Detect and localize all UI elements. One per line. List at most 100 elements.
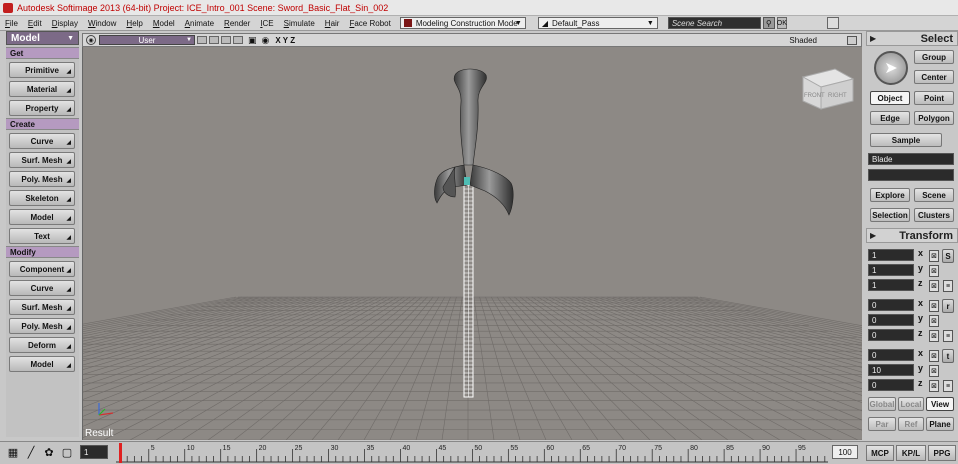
frame-icon[interactable]: ▢ — [60, 445, 74, 459]
brush-icon[interactable]: ╱ — [24, 445, 38, 459]
scene-button[interactable]: Scene — [914, 188, 954, 202]
point-button[interactable]: Point — [914, 91, 954, 105]
toggle-box-icon[interactable] — [209, 36, 219, 44]
create-poly-mesh-button[interactable]: Poly. Mesh ◢ — [9, 171, 75, 187]
plane-button[interactable]: Plane — [926, 417, 954, 431]
property-button[interactable]: Property ◢ — [9, 100, 75, 116]
rotate-z-field[interactable]: 0 — [868, 329, 914, 341]
group-button[interactable]: Group — [914, 50, 954, 64]
menu-ice[interactable]: ICE — [255, 19, 278, 28]
translate-lock-icon[interactable]: ≡ — [943, 380, 953, 392]
ref-button[interactable]: Ref — [898, 417, 924, 431]
camera-select[interactable]: User ▼ — [99, 35, 195, 45]
menu-window[interactable]: Window — [83, 19, 121, 28]
sample-button[interactable]: Sample — [870, 133, 942, 147]
end-frame-field[interactable]: 100 — [832, 445, 858, 459]
create-model-button[interactable]: Model ◢ — [9, 209, 75, 225]
center-button[interactable]: Center — [914, 70, 954, 84]
modify-poly-mesh-button[interactable]: Poly. Mesh ◢ — [9, 318, 75, 334]
object-button[interactable]: Object — [870, 91, 910, 105]
timeline-ruler[interactable]: 5 10 15 20 25 30 35 40 45 50 55 60 65 70 75 80 85 90 95 — [116, 443, 833, 463]
edge-button[interactable]: Edge — [870, 111, 910, 125]
section-get[interactable]: Get — [6, 47, 79, 59]
search-icon[interactable]: ⚲ — [762, 17, 775, 29]
eye-icon[interactable]: ◉ — [262, 35, 270, 46]
translate-key-x-icon[interactable]: ⊠ — [929, 350, 939, 362]
selection-filter-field[interactable] — [868, 169, 954, 181]
translate-z-field[interactable]: 0 — [868, 379, 914, 391]
select-panel-header[interactable]: ▶ Select — [866, 31, 958, 46]
scale-key-x-icon[interactable]: ⊠ — [929, 250, 939, 262]
modify-surf-mesh-button[interactable]: Surf. Mesh ◢ — [9, 299, 75, 315]
rotate-x-field[interactable]: 0 — [868, 299, 914, 311]
view-cube[interactable]: FRONT RIGHT — [801, 68, 855, 110]
rotate-y-field[interactable]: 0 — [868, 314, 914, 326]
menu-animate[interactable]: Animate — [180, 19, 219, 28]
create-text-button[interactable]: Text ◢ — [9, 228, 75, 244]
selection-button[interactable]: Selection — [870, 208, 910, 222]
3d-viewport[interactable]: FRONT RIGHT Result — [82, 47, 862, 440]
menu-model[interactable]: Model — [148, 19, 180, 28]
start-frame-field[interactable]: 1 — [80, 445, 108, 459]
kpl-tab[interactable]: KP/L — [896, 445, 926, 461]
primitive-button[interactable]: Primitive ◢ — [9, 62, 75, 78]
create-surf-mesh-button[interactable]: Surf. Mesh ◢ — [9, 152, 75, 168]
render-icon[interactable]: ✿ — [42, 445, 56, 459]
toggle-box-icon[interactable] — [197, 36, 207, 44]
toggle-box-icon[interactable] — [233, 36, 243, 44]
section-create[interactable]: Create — [6, 118, 79, 130]
selection-name-field[interactable]: Blade — [868, 153, 954, 165]
modify-deform-button[interactable]: Deform ◢ — [9, 337, 75, 353]
rotate-lock-icon[interactable]: ≡ — [943, 330, 953, 342]
create-skeleton-button[interactable]: Skeleton ◢ — [9, 190, 75, 206]
translate-tool-button[interactable]: t — [942, 349, 954, 363]
view-button[interactable]: View — [926, 397, 954, 411]
global-button[interactable]: Global — [868, 397, 896, 411]
rotate-key-z-icon[interactable]: ⊠ — [929, 330, 939, 342]
modify-model-button[interactable]: Model ◢ — [9, 356, 75, 372]
scale-lock-icon[interactable]: ≡ — [943, 280, 953, 292]
translate-x-field[interactable]: 0 — [868, 349, 914, 361]
menu-simulate[interactable]: Simulate — [279, 19, 320, 28]
translate-key-z-icon[interactable]: ⊠ — [929, 380, 939, 392]
menu-display[interactable]: Display — [47, 19, 83, 28]
explore-button[interactable]: Explore — [870, 188, 910, 202]
select-tool-icon[interactable]: ➤ — [874, 51, 908, 85]
scale-y-field[interactable]: 1 — [868, 264, 914, 276]
axis-toggles[interactable]: X Y Z — [275, 36, 295, 45]
menu-face-robot[interactable]: Face Robot — [344, 19, 395, 28]
modify-component-button[interactable]: Component ◢ — [9, 261, 75, 277]
viewport-menu-icon[interactable]: ◉ — [86, 35, 96, 45]
toggle-box-icon[interactable] — [221, 36, 231, 44]
ok-button[interactable]: OK — [777, 17, 787, 29]
pass-select[interactable]: ◢ Default_Pass ▼ — [537, 17, 658, 29]
par-button[interactable]: Par — [868, 417, 896, 431]
rotate-key-x-icon[interactable]: ⊠ — [929, 300, 939, 312]
construction-mode-select[interactable]: Modeling Construction Mode ▼ — [399, 17, 526, 29]
scale-key-y-icon[interactable]: ⊠ — [929, 265, 939, 277]
section-modify[interactable]: Modify — [6, 246, 79, 258]
create-curve-button[interactable]: Curve ◢ — [9, 133, 75, 149]
rotate-tool-button[interactable]: r — [942, 299, 954, 313]
scale-z-field[interactable]: 1 — [868, 279, 914, 291]
menu-help[interactable]: Help — [121, 19, 147, 28]
scale-tool-button[interactable]: S — [942, 249, 954, 263]
transform-panel-header[interactable]: ▶ Transform — [866, 228, 958, 243]
menu-file[interactable]: File — [0, 19, 23, 28]
menu-edit[interactable]: Edit — [23, 19, 47, 28]
clusters-button[interactable]: Clusters — [914, 208, 954, 222]
layout-corner-icon[interactable] — [826, 17, 839, 29]
layout-icon[interactable]: ▦ — [6, 445, 20, 459]
polygon-button[interactable]: Polygon — [914, 111, 954, 125]
local-button[interactable]: Local — [898, 397, 924, 411]
toolbar-title[interactable]: Model ▼ — [6, 31, 79, 45]
translate-y-field[interactable]: 10 — [868, 364, 914, 376]
display-mode-menu[interactable]: Shaded — [789, 36, 817, 45]
menu-hair[interactable]: Hair — [320, 19, 345, 28]
scene-search-input[interactable]: Scene Search — [667, 17, 761, 29]
modify-curve-button[interactable]: Curve ◢ — [9, 280, 75, 296]
playhead[interactable] — [119, 443, 122, 463]
camera-icon[interactable]: ▣ — [248, 35, 257, 46]
translate-key-y-icon[interactable]: ⊠ — [929, 365, 939, 377]
maximize-icon[interactable] — [847, 35, 857, 45]
